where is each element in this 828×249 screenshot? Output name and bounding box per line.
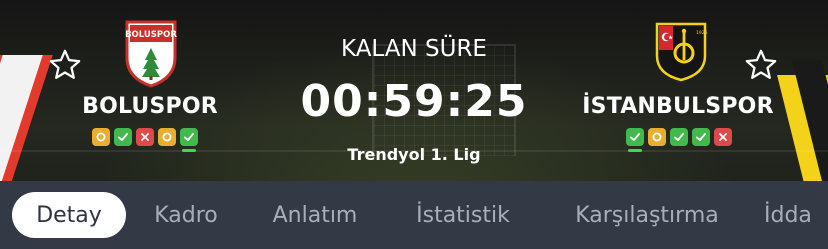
form-win-badge — [180, 128, 198, 152]
cross-icon — [141, 133, 149, 141]
tab-idda[interactable]: İdda — [764, 192, 828, 238]
cross-icon — [719, 133, 727, 141]
match-screen: BOLUSPOR 1926 BOLUSPOR İSTANBULSPOR KALA… — [0, 0, 828, 249]
form-draw-badge — [92, 128, 110, 146]
form-win-badge — [692, 128, 710, 146]
tab-istatistik[interactable]: İstatistik — [398, 192, 528, 238]
form-win-badge — [670, 128, 688, 146]
countdown-timer: 00:59:25 — [300, 76, 528, 127]
check-icon — [118, 133, 128, 141]
form-loss-badge — [136, 128, 154, 146]
form-draw-badge — [648, 128, 666, 146]
check-icon — [696, 133, 706, 141]
circle-icon — [96, 132, 106, 142]
remaining-time-label: KALAN SÜRE — [341, 36, 487, 62]
form-win-badge — [114, 128, 132, 146]
league-name[interactable]: Trendyol 1. Lig — [0, 145, 828, 164]
form-win-badge — [626, 128, 644, 152]
tab-anlatim[interactable]: Anlatım — [256, 192, 374, 238]
tab-kadro[interactable]: Kadro — [140, 192, 232, 238]
form-loss-badge — [714, 128, 732, 146]
check-icon — [184, 133, 194, 141]
tab-karsilastirma[interactable]: Karşılaştırma — [552, 192, 742, 238]
match-header: BOLUSPOR 1926 BOLUSPOR İSTANBULSPOR KALA… — [0, 0, 828, 181]
check-icon — [674, 133, 684, 141]
check-icon — [630, 133, 640, 141]
tab-detay[interactable]: Detay — [12, 192, 126, 238]
circle-icon — [652, 132, 662, 142]
circle-icon — [162, 132, 172, 142]
form-draw-badge — [158, 128, 176, 146]
